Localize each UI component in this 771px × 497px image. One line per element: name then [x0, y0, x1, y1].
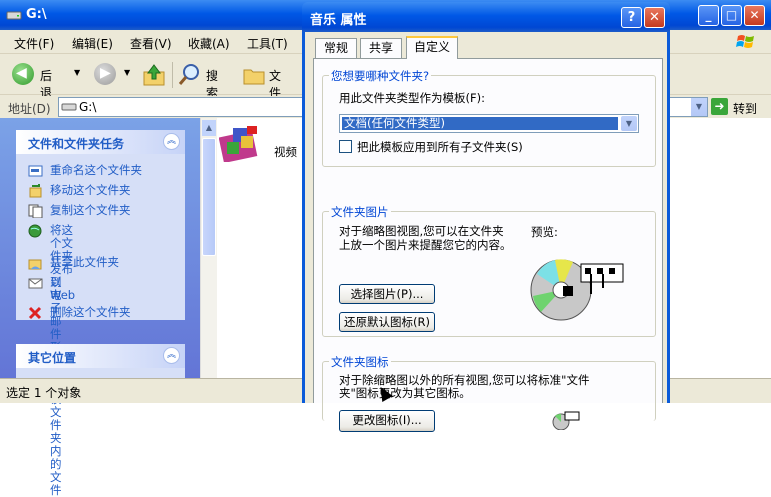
forward-arrow-icon: ▶: [94, 63, 116, 85]
choose-picture-button[interactable]: 选择图片(P)...: [339, 284, 435, 304]
rename-icon: [28, 165, 43, 177]
up-folder-icon[interactable]: [142, 63, 166, 87]
menu-view[interactable]: 查看(V): [130, 35, 172, 52]
email-icon: [28, 278, 43, 289]
change-icon-button[interactable]: 更改图标(I)...: [339, 410, 435, 432]
folder-picture-group: 文件夹图片 对于缩略图视图,您可以在文件夹 上放一个图片来提醒您它的内容。 预览…: [322, 204, 656, 337]
go-arrow-icon: ➜: [711, 98, 728, 115]
status-text: 选定 1 个对象: [6, 386, 82, 400]
properties-dialog: 音乐 属性 ? ✕ 常规 共享 自定义 您想要哪种文件夹? 用此文件夹类型作为模…: [302, 2, 670, 432]
task-share-label: 共享此文件夹: [50, 255, 119, 269]
dialog-title: 音乐 属性: [310, 13, 367, 28]
forward-dropdown-icon[interactable]: ▼: [124, 68, 130, 77]
folder-icon-desc: 对于除缩略图以外的所有视图,您可以将标准"文件 夹"图标更改为其它图标。: [339, 373, 590, 400]
go-label: 转到: [733, 102, 758, 116]
search-icon: [178, 64, 199, 85]
tasks-header[interactable]: 文件和文件夹任务 ︽: [16, 130, 185, 154]
move-icon: [29, 184, 42, 198]
dialog-close-button[interactable]: ✕: [644, 7, 665, 28]
music-folder-small-icon: [552, 411, 580, 430]
apply-subfolders-label: 把此模板应用到所有子文件夹(S): [357, 140, 523, 154]
collapse-icon[interactable]: ︽: [163, 133, 180, 150]
task-delete-label: 删除这个文件夹: [50, 305, 131, 319]
folder-picture-desc: 对于缩略图视图,您可以在文件夹 上放一个图片来提醒您它的内容。: [339, 224, 512, 252]
menu-edit[interactable]: 编辑(E): [72, 35, 113, 52]
delete-icon: [28, 306, 42, 320]
task-move-label: 移动这个文件夹: [50, 183, 131, 197]
task-pane: 文件和文件夹任务 ︽ 重命名这个文件夹 移动这个文件夹 复制这个文件夹 将这个文…: [0, 118, 200, 497]
task-copy-label: 复制这个文件夹: [50, 203, 131, 217]
tab-sharing[interactable]: 共享: [360, 38, 402, 58]
copy-icon: [28, 204, 43, 218]
menu-tools[interactable]: 工具(T): [247, 35, 288, 52]
folder-icon-group: 文件夹图标 对于除缩略图以外的所有视图,您可以将标准"文件 夹"图标更改为其它图…: [322, 354, 656, 432]
help-button[interactable]: ?: [621, 7, 642, 28]
folder-type-title: 您想要哪种文件夹?: [329, 68, 432, 84]
menu-file[interactable]: 文件(F): [14, 35, 54, 52]
template-label: 用此文件夹类型作为模板(F):: [339, 91, 485, 105]
folder-picture-title: 文件夹图片: [329, 204, 391, 220]
preview-label: 预览:: [531, 225, 558, 239]
back-arrow-icon: ◀: [12, 63, 34, 85]
customize-page: 您想要哪种文件夹? 用此文件夹类型作为模板(F): 文档(任何文件类型) ▼ 把…: [313, 58, 663, 432]
file-item-label: 视频: [274, 145, 297, 159]
template-value: 文档(任何文件类型): [342, 117, 618, 130]
windows-logo-icon: [736, 35, 754, 48]
address-value: G:\: [79, 100, 97, 114]
folder-icon-title: 文件夹图标: [329, 354, 391, 370]
folder-type-group: 您想要哪种文件夹? 用此文件夹类型作为模板(F): 文档(任何文件类型) ▼ 把…: [322, 68, 656, 167]
task-rename-label: 重命名这个文件夹: [50, 163, 142, 177]
restore-default-button[interactable]: 还原默认图标(R): [339, 312, 435, 332]
close-button[interactable]: ✕: [744, 5, 765, 26]
dialog-titlebar[interactable]: 音乐 属性 ? ✕: [302, 2, 670, 32]
scroll-up-icon[interactable]: ▲: [202, 120, 216, 136]
chevron-down-icon[interactable]: ▼: [621, 116, 637, 131]
folders-icon: [243, 69, 265, 85]
drive-icon: [6, 11, 22, 20]
address-dropdown-icon[interactable]: ▼: [691, 98, 707, 116]
folder-video-icon: [219, 126, 258, 162]
other-places: 其它位置 ︽: [16, 344, 185, 378]
music-cd-preview-icon: [530, 259, 624, 321]
apply-subfolders-checkbox[interactable]: [339, 140, 352, 153]
file-folder-tasks: 文件和文件夹任务 ︽ 重命名这个文件夹 移动这个文件夹 复制这个文件夹 将这个文…: [16, 130, 185, 497]
globe-icon: [28, 224, 42, 238]
minimize-button[interactable]: _: [698, 5, 719, 26]
scroll-thumb[interactable]: [202, 138, 216, 256]
collapse-icon[interactable]: ︽: [163, 347, 180, 364]
dialog-body: 常规 共享 自定义 您想要哪种文件夹? 用此文件夹类型作为模板(F): 文档(任…: [302, 32, 670, 432]
task-pane-scrollbar[interactable]: ▲: [200, 118, 217, 378]
file-item[interactable]: 视频: [219, 122, 309, 162]
share-folder-icon: [28, 259, 42, 270]
template-select[interactable]: 文档(任何文件类型) ▼: [339, 114, 639, 133]
other-places-header[interactable]: 其它位置 ︽: [16, 344, 185, 368]
other-places-title: 其它位置: [28, 351, 77, 365]
explorer-title: G:\: [26, 7, 47, 22]
maximize-button[interactable]: □: [721, 5, 742, 26]
go-button[interactable]: ➜ 转到: [711, 96, 767, 118]
back-dropdown-icon[interactable]: ▼: [74, 68, 80, 77]
menu-favorites[interactable]: 收藏(A): [188, 35, 230, 52]
tab-customize[interactable]: 自定义: [406, 36, 458, 59]
tasks-title: 文件和文件夹任务: [28, 137, 125, 151]
address-label: 地址(D): [8, 102, 51, 116]
tab-general[interactable]: 常规: [315, 38, 357, 58]
drive-icon: [61, 103, 77, 111]
